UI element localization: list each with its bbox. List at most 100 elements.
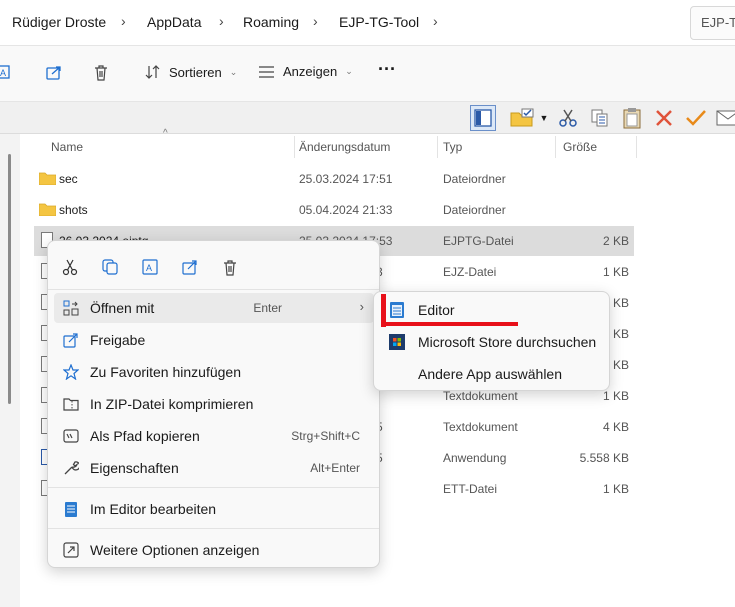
rename-button[interactable]: A <box>138 255 162 279</box>
store-icon <box>389 334 405 350</box>
share-icon <box>182 260 197 275</box>
menu-item-compress-zip[interactable]: In ZIP-Datei komprimieren <box>54 389 374 419</box>
view-icon <box>259 65 274 78</box>
file-row[interactable]: shots 05.04.2024 21:33 Dateiordner <box>34 195 634 225</box>
pane-icon <box>474 109 492 127</box>
menu-item-copy-path[interactable]: Als Pfad kopieren Strg+Shift+C <box>54 421 374 451</box>
chevron-down-icon: ⌄ <box>229 66 238 77</box>
file-size: 2 KB <box>602 234 629 248</box>
breadcrumb-item[interactable]: AppData <box>147 14 201 30</box>
open-with-submenu: Editor Microsoft Store durchsuchen Ander… <box>373 291 610 391</box>
column-header-size[interactable]: Größe <box>563 140 597 154</box>
wrench-icon <box>62 459 80 477</box>
menu-item-label: Öffnen mit <box>90 300 155 316</box>
file-type: Anwendung <box>443 451 507 465</box>
scissors-icon <box>559 109 577 127</box>
menu-divider <box>48 528 379 529</box>
sort-button[interactable]: Sortieren ⌄ <box>145 64 237 80</box>
more-options-button[interactable]: ··· <box>378 59 396 80</box>
submenu-item-label: Andere App auswählen <box>418 366 562 382</box>
search-input[interactable]: EJP-TG <box>690 6 735 40</box>
file-size: 1 KB <box>602 482 629 496</box>
annotation-underline <box>381 322 518 326</box>
sort-icon <box>145 65 160 79</box>
menu-item-add-favorites[interactable]: Zu Favoriten hinzufügen <box>54 357 374 387</box>
cut-button[interactable] <box>555 105 581 131</box>
menu-item-properties[interactable]: Eigenschaften Alt+Enter <box>54 453 374 483</box>
menu-item-label: Zu Favoriten hinzufügen <box>90 364 241 380</box>
breadcrumb-item[interactable]: Rüdiger Droste <box>12 14 106 30</box>
delete-button[interactable] <box>651 105 677 131</box>
menu-item-shortcut: Alt+Enter <box>310 461 360 475</box>
chevron-down-icon: ⌄ <box>345 66 353 76</box>
file-size: 1 KB <box>602 389 629 403</box>
mail-button[interactable] <box>713 105 735 131</box>
breadcrumb-item[interactable]: Roaming <box>243 14 299 30</box>
column-header-date[interactable]: Änderungsdatum <box>299 140 390 154</box>
menu-item-more-options[interactable]: Weitere Optionen anzeigen <box>54 535 374 565</box>
copy-button[interactable] <box>98 255 122 279</box>
delete-button[interactable] <box>93 64 109 81</box>
menu-item-shortcut: Strg+Shift+C <box>291 429 360 443</box>
navigation-pane-edge <box>0 134 20 607</box>
rename-button[interactable]: A <box>0 64 12 80</box>
menu-divider <box>48 289 379 290</box>
file-type: EJPTG-Datei <box>443 234 514 248</box>
chevron-right-icon: › <box>433 13 438 29</box>
submenu-item-label: Editor <box>418 302 455 318</box>
share-button[interactable] <box>46 64 63 80</box>
column-divider[interactable] <box>555 136 556 158</box>
file-size: 4 KB <box>602 420 629 434</box>
file-type: ETT-Datei <box>443 482 498 496</box>
file-row[interactable]: sec 25.03.2024 17:51 Dateiordner <box>34 164 634 194</box>
file-date: 05.04.2024 21:33 <box>299 203 393 217</box>
select-folder-button[interactable] <box>506 105 542 131</box>
envelope-icon <box>716 110 735 126</box>
share-button[interactable] <box>178 255 202 279</box>
menu-item-label: Im Editor bearbeiten <box>90 501 217 517</box>
close-icon <box>656 110 672 126</box>
copy-button[interactable] <box>587 105 613 131</box>
file-name: sec <box>59 172 78 186</box>
file-type: Dateiordner <box>443 172 506 186</box>
checkmark-icon <box>686 110 706 126</box>
chevron-down-icon[interactable]: ▼ <box>538 105 550 131</box>
column-header-type[interactable]: Typ <box>443 140 462 154</box>
view-button[interactable]: Anzeigen ⌄ <box>258 64 353 79</box>
view-label: Anzeigen <box>283 64 338 79</box>
notepad-icon <box>62 500 80 518</box>
submenu-item-choose-app[interactable]: Andere App auswählen <box>380 359 604 389</box>
address-bar[interactable]: Rüdiger Droste › AppData › Roaming › EJP… <box>0 0 735 46</box>
more-options-icon <box>62 541 80 559</box>
submenu-item-label: Microsoft Store durchsuchen <box>418 334 597 350</box>
sort-label: Sortieren <box>169 64 222 80</box>
scissors-icon <box>62 259 78 276</box>
file-date: 25.03.2024 17:51 <box>299 172 393 186</box>
menu-item-label: In ZIP-Datei komprimieren <box>90 396 254 412</box>
chevron-right-icon: › <box>219 13 224 29</box>
menu-item-share[interactable]: Freigabe <box>54 325 374 355</box>
scrollbar-thumb[interactable] <box>8 154 11 404</box>
folder-check-icon <box>510 108 534 127</box>
trash-icon <box>224 259 236 276</box>
cut-button[interactable] <box>58 255 82 279</box>
breadcrumb-item[interactable]: EJP-TG-Tool <box>339 14 419 30</box>
column-divider[interactable] <box>437 136 438 158</box>
column-header-name[interactable]: Name <box>51 140 83 154</box>
copy-icon <box>591 109 608 127</box>
file-type: EJZ-Datei <box>443 265 497 279</box>
submenu-item-store-search[interactable]: Microsoft Store durchsuchen <box>380 327 604 357</box>
preview-pane-button[interactable] <box>470 105 496 131</box>
submenu-item-editor[interactable]: Editor <box>380 295 604 325</box>
sort-ascending-icon: ^ <box>163 128 168 139</box>
column-divider[interactable] <box>294 136 295 158</box>
confirm-button[interactable] <box>683 105 709 131</box>
star-icon <box>62 363 80 381</box>
paste-button[interactable] <box>619 105 645 131</box>
column-divider[interactable] <box>636 136 637 158</box>
menu-item-open-with[interactable]: Öffnen mit Enter › <box>54 293 374 323</box>
chevron-right-icon: › <box>121 13 126 29</box>
delete-button[interactable] <box>218 255 242 279</box>
menu-item-edit-in-editor[interactable]: Im Editor bearbeiten <box>54 494 374 524</box>
svg-text:A: A <box>146 263 152 273</box>
